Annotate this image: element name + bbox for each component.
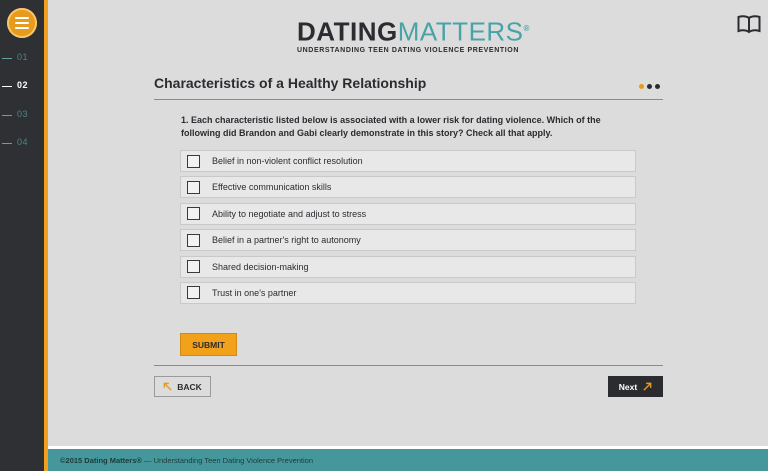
divider — [154, 365, 663, 366]
submit-button[interactable]: SUBMIT — [180, 333, 237, 356]
footer-separator: — — [141, 455, 154, 465]
logo-primary: DATING — [297, 16, 398, 47]
logo-wordmark: DATINGMATTERS® — [297, 15, 530, 47]
option-item[interactable]: Trust in one's partner — [180, 281, 636, 304]
option-item[interactable]: Shared decision-making — [180, 255, 636, 278]
checkbox[interactable] — [187, 207, 200, 221]
arrow-up-right-icon — [643, 382, 652, 391]
sidebar-item-label: 02 — [17, 80, 29, 90]
footer-text: ©2015 Dating Matters® — Understanding Te… — [60, 456, 313, 465]
checkbox[interactable] — [187, 233, 200, 247]
option-label: Trust in one's partner — [212, 287, 297, 298]
hamburger-icon-line — [15, 27, 29, 29]
footer-copyright: ©2015 Dating Matters® — [60, 455, 142, 465]
checkbox[interactable] — [187, 180, 200, 194]
progress-dot — [639, 84, 644, 89]
option-label: Ability to negotiate and adjust to stres… — [212, 208, 367, 219]
checkbox[interactable] — [187, 154, 200, 168]
book-icon[interactable] — [737, 14, 761, 34]
sidebar-item-label: 03 — [17, 109, 29, 119]
back-button[interactable]: BACK — [154, 376, 211, 397]
option-item[interactable]: Belief in non-violent conflict resolutio… — [180, 150, 636, 172]
hamburger-icon-line — [15, 22, 29, 24]
progress-dot — [647, 84, 652, 89]
checkbox[interactable] — [187, 260, 200, 274]
option-label: Effective communication skills — [212, 182, 332, 193]
sidebar-item-label: 04 — [17, 137, 29, 147]
progress-dot — [655, 84, 660, 89]
nav-dash — [2, 115, 12, 116]
back-label: BACK — [177, 381, 202, 392]
options-list: Belief in non-violent conflict resolutio… — [180, 150, 636, 308]
hamburger-menu-button[interactable] — [7, 8, 37, 38]
hamburger-icon-line — [15, 17, 29, 19]
nav-dash — [2, 86, 12, 87]
option-label: Belief in a partner's right to autonomy — [212, 235, 361, 246]
option-item[interactable]: Belief in a partner's right to autonomy — [180, 229, 636, 252]
arrow-up-left-icon — [163, 382, 172, 391]
option-label: Shared decision-making — [212, 261, 309, 272]
sidebar-item-02[interactable]: 02 — [0, 80, 44, 94]
option-label: Belief in non-violent conflict resolutio… — [212, 156, 363, 166]
sidebar-item-01[interactable]: 01 — [0, 52, 44, 66]
nav-dash — [2, 143, 12, 144]
question-text: 1. Each characteristic listed below is a… — [181, 115, 601, 138]
sidebar-item-label: 01 — [17, 52, 29, 62]
page-title: Characteristics of a Healthy Relationshi… — [154, 75, 427, 91]
option-item[interactable]: Effective communication skills — [180, 176, 636, 199]
progress-dots — [639, 84, 660, 89]
sidebar-item-04[interactable]: 04 — [0, 137, 44, 151]
next-label: Next — [618, 381, 638, 392]
nav-dash — [2, 58, 12, 59]
footer: ©2015 Dating Matters® — Understanding Te… — [48, 449, 768, 471]
dating-matters-logo: DATINGMATTERS® UNDERSTANDING TEEN DATING… — [297, 15, 530, 54]
registered-mark: ® — [523, 24, 530, 33]
sidebar: 01 02 03 04 — [0, 0, 44, 471]
divider — [154, 99, 663, 100]
footer-tagline: Understanding Teen Dating Violence Preve… — [153, 455, 314, 465]
sidebar-accent-bar — [44, 0, 48, 471]
option-item[interactable]: Ability to negotiate and adjust to stres… — [180, 202, 636, 225]
checkbox[interactable] — [187, 286, 200, 300]
logo-secondary: MATTERS — [397, 16, 524, 47]
logo-tagline: UNDERSTANDING TEEN DATING VIOLENCE PREVE… — [297, 46, 519, 54]
sidebar-item-03[interactable]: 03 — [0, 109, 44, 123]
next-button[interactable]: Next — [608, 376, 663, 397]
